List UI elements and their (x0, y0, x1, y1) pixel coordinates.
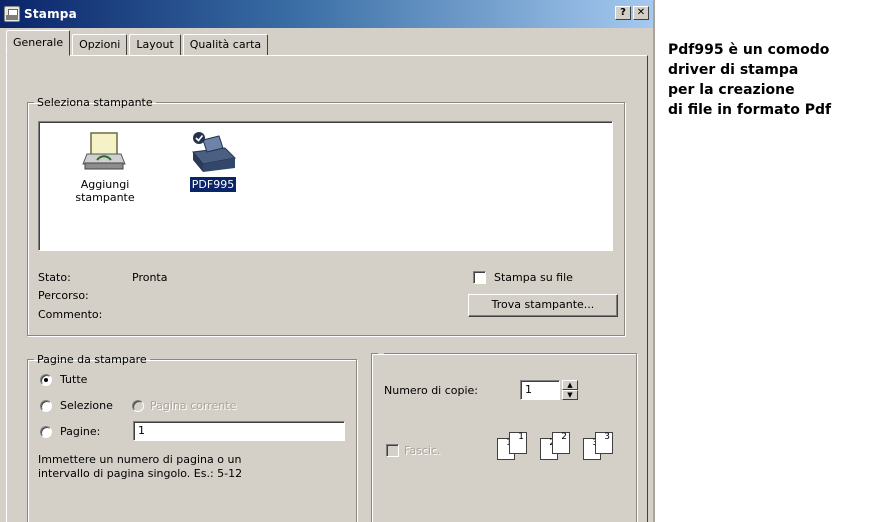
print-to-file-label[interactable]: Stampa su file (494, 271, 573, 284)
caption-line-4: di file in formato Pdf (668, 102, 832, 118)
pdf995-printer-item[interactable]: PDF995 (173, 130, 253, 192)
window-title: Stampa (24, 7, 77, 21)
tab-layout[interactable]: Layout (129, 34, 181, 56)
page-range-label[interactable]: Pagine: (60, 425, 100, 438)
page-range-hint-line1: Immettere un numero di pagina o un (38, 453, 242, 466)
tab-opzioni[interactable]: Opzioni (72, 34, 128, 56)
page-range-radio[interactable] (40, 426, 52, 438)
find-printer-button[interactable]: Trova stampante... (468, 294, 618, 317)
caption-line-1: Pdf995 è un comodo (668, 42, 830, 58)
collate-label: Fascic. (404, 444, 441, 457)
caption-line-3: per la creazione (668, 82, 795, 98)
copies-group: Numero di copie: 1 ▲ ▼ Fascic. 1 1 2 2 3… (371, 353, 637, 522)
printer-app-icon (4, 6, 20, 22)
current-page-label: Pagina corrente (150, 399, 237, 412)
spin-down-icon[interactable]: ▼ (562, 390, 578, 400)
print-to-file-checkbox[interactable] (473, 271, 486, 284)
pages-to-print-group: Pagine da stampare Tutte Selezione Pagin… (27, 353, 357, 522)
collate-set-3: 3 3 (583, 432, 619, 460)
help-button[interactable]: ? (615, 6, 631, 20)
copies-spinner[interactable]: ▲ ▼ (562, 380, 578, 400)
tab-generale[interactable]: Generale (6, 30, 71, 56)
tab-qualita-carta[interactable]: Qualità carta (182, 34, 269, 56)
collate-set-1: 1 1 (497, 432, 533, 460)
status-value: Pronta (132, 271, 168, 284)
printer-group-legend: Seleziona stampante (37, 96, 153, 109)
path-label: Percorso: (38, 289, 89, 302)
selection-label[interactable]: Selezione (60, 399, 113, 412)
comment-label: Commento: (38, 308, 103, 321)
close-button[interactable]: ✕ (633, 6, 649, 20)
caption-line-2: driver di stampa (668, 62, 799, 78)
print-dialog: Stampa ? ✕ Generale Opzioni Layout Quali… (0, 0, 655, 522)
selection-radio[interactable] (40, 400, 52, 412)
add-printer-item[interactable]: Aggiungi stampante (65, 130, 145, 204)
copies-label: Numero di copie: (384, 384, 479, 397)
collate-checkbox (386, 444, 399, 457)
printer-list[interactable]: Aggiungi stampante PDF995 (38, 121, 613, 251)
current-page-radio (132, 400, 144, 412)
side-caption: Pdf995 è un comodo driver di stampa per … (668, 40, 873, 120)
add-printer-label-line1: Aggiungi (80, 178, 130, 191)
status-label: Stato: (38, 271, 71, 284)
all-pages-label[interactable]: Tutte (60, 373, 87, 386)
tab-strip: Generale Opzioni Layout Qualità carta (6, 30, 270, 56)
title-bar[interactable]: Stampa ? ✕ (0, 0, 653, 28)
page-range-hint-line2: intervallo di pagina singolo. Es.: 5-12 (38, 467, 243, 480)
pdf995-printer-label: PDF995 (189, 177, 237, 192)
printer-selection-group: Seleziona stampante Aggiungi stampante P… (27, 96, 625, 336)
pages-group-legend: Pagine da stampare (37, 353, 147, 366)
collate-set-2: 2 2 (540, 432, 576, 460)
add-printer-icon (81, 130, 129, 174)
copies-input[interactable]: 1 (520, 380, 560, 400)
all-pages-radio[interactable] (40, 374, 52, 386)
add-printer-label-line2: stampante (75, 191, 135, 204)
printer-icon (189, 130, 237, 174)
spin-up-icon[interactable]: ▲ (562, 380, 578, 390)
page-range-input[interactable]: 1 (133, 421, 345, 441)
